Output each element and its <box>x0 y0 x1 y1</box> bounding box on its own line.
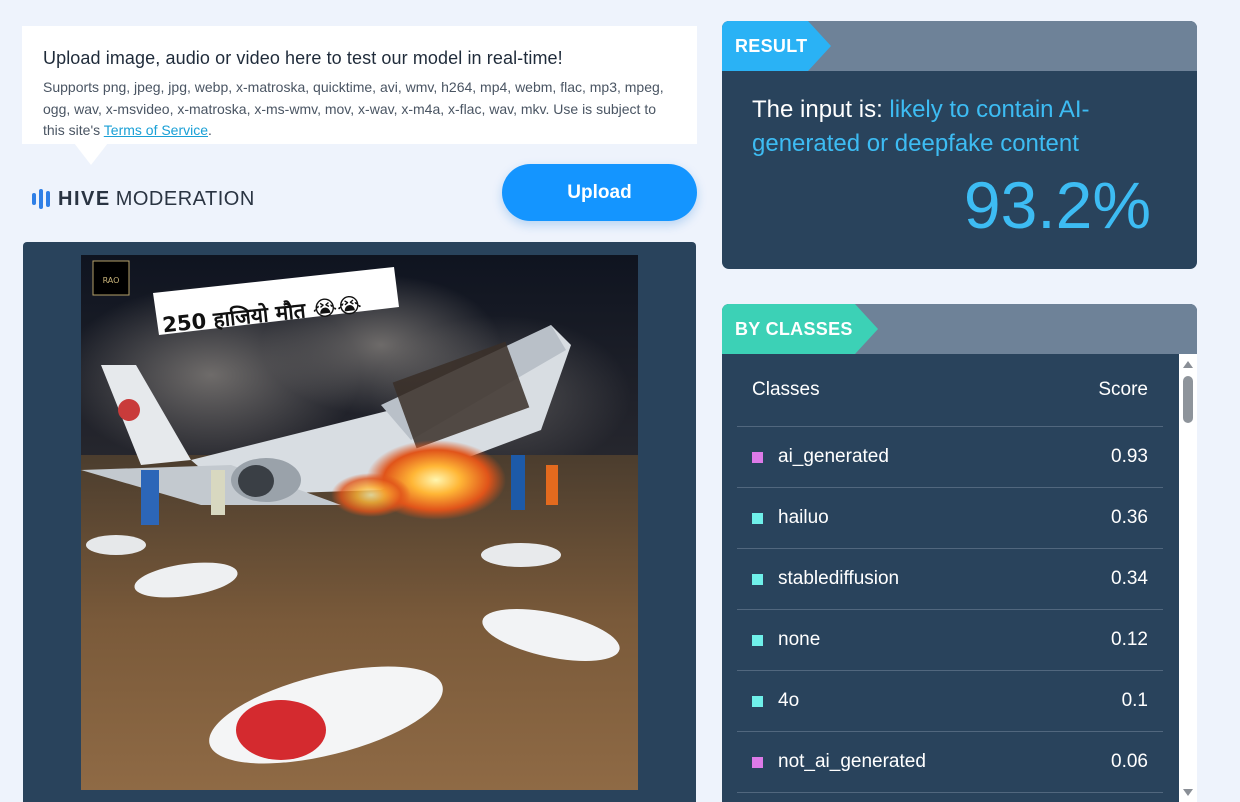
brand-hive: HIVE <box>58 187 111 210</box>
table-row: not_ai_generated 0.06 <box>737 732 1163 793</box>
upload-headline: Upload image, audio or video here to tes… <box>43 48 563 68</box>
class-color-swatch <box>752 634 763 646</box>
class-color-swatch <box>752 512 763 524</box>
classes-table-header: Classes Score <box>737 354 1163 427</box>
class-score: 0.1 <box>1121 690 1148 711</box>
table-row: stablediffusion 0.34 <box>737 549 1163 610</box>
class-name: none <box>778 629 821 650</box>
brand-moderation: MODERATION <box>115 187 255 210</box>
class-color-swatch <box>752 756 763 768</box>
class-name: hailuo <box>778 507 829 528</box>
result-card: RESULT The input is: likely to contain A… <box>722 21 1197 269</box>
class-name-cell: 4o <box>752 690 799 712</box>
class-score: 0.36 <box>1111 507 1148 528</box>
column-header-classes: Classes <box>752 379 820 400</box>
class-name-cell: ai_generated <box>752 446 889 468</box>
table-row: hailuo 0.36 <box>737 488 1163 549</box>
terms-of-service-link[interactable]: Terms of Service <box>104 122 208 138</box>
image-watermark: RAO <box>103 276 120 285</box>
uploaded-image: 250 हाजियो मौत 😭😭 RAO <box>81 255 638 790</box>
scroll-thumb[interactable] <box>1183 376 1193 423</box>
upload-button[interactable]: Upload <box>502 164 697 221</box>
class-score: 0.06 <box>1111 751 1148 772</box>
hive-moderation-logo[interactable]: HIVE MODERATION <box>32 186 255 212</box>
classes-card-header: BY CLASSES <box>722 304 1197 354</box>
class-name-cell: none <box>752 629 820 651</box>
classes-tag: BY CLASSES <box>722 304 878 354</box>
class-name-cell: stablediffusion <box>752 568 899 590</box>
table-row: 4o 0.1 <box>737 671 1163 732</box>
class-name: stablediffusion <box>778 568 900 589</box>
image-preview-panel: 250 हाजियो मौत 😭😭 RAO <box>23 242 696 802</box>
column-header-score: Score <box>1098 379 1148 400</box>
result-prefix: The input is: <box>752 96 890 123</box>
result-statement: The input is: likely to contain AI-gener… <box>752 93 1167 161</box>
hive-logo-icon <box>32 188 50 210</box>
result-tag: RESULT <box>722 21 831 71</box>
class-score: 0.12 <box>1111 629 1148 650</box>
classes-scrollbar[interactable] <box>1179 354 1197 802</box>
class-score: 0.93 <box>1111 446 1148 467</box>
scroll-down-icon[interactable] <box>1183 789 1193 796</box>
class-name-cell: not_ai_generated <box>752 751 926 773</box>
class-color-swatch <box>752 695 763 707</box>
class-score: 0.34 <box>1111 568 1148 589</box>
table-row: none 0.12 <box>737 610 1163 671</box>
supported-formats-text: Supports png, jpeg, jpg, webp, x-matrosk… <box>43 77 677 142</box>
class-name: not_ai_generated <box>778 751 926 772</box>
class-name-cell: hailuo <box>752 507 829 529</box>
terms-suffix: . <box>208 122 212 138</box>
class-name: ai_generated <box>778 446 889 467</box>
result-card-header: RESULT <box>722 21 1197 71</box>
tooltip-pointer <box>74 143 108 165</box>
class-color-swatch <box>752 451 763 463</box>
classes-table: Classes Score ai_generated 0.93 hailuo 0.36… <box>737 354 1163 793</box>
upload-info-card: Upload image, audio or video here to tes… <box>22 26 697 144</box>
table-row: ai_generated 0.93 <box>737 427 1163 488</box>
scroll-up-icon[interactable] <box>1183 361 1193 368</box>
result-percentage: 93.2% <box>963 168 1151 242</box>
class-name: 4o <box>778 690 800 711</box>
classes-card: BY CLASSES Classes Score ai_generated 0.9… <box>722 304 1197 802</box>
class-color-swatch <box>752 573 763 585</box>
